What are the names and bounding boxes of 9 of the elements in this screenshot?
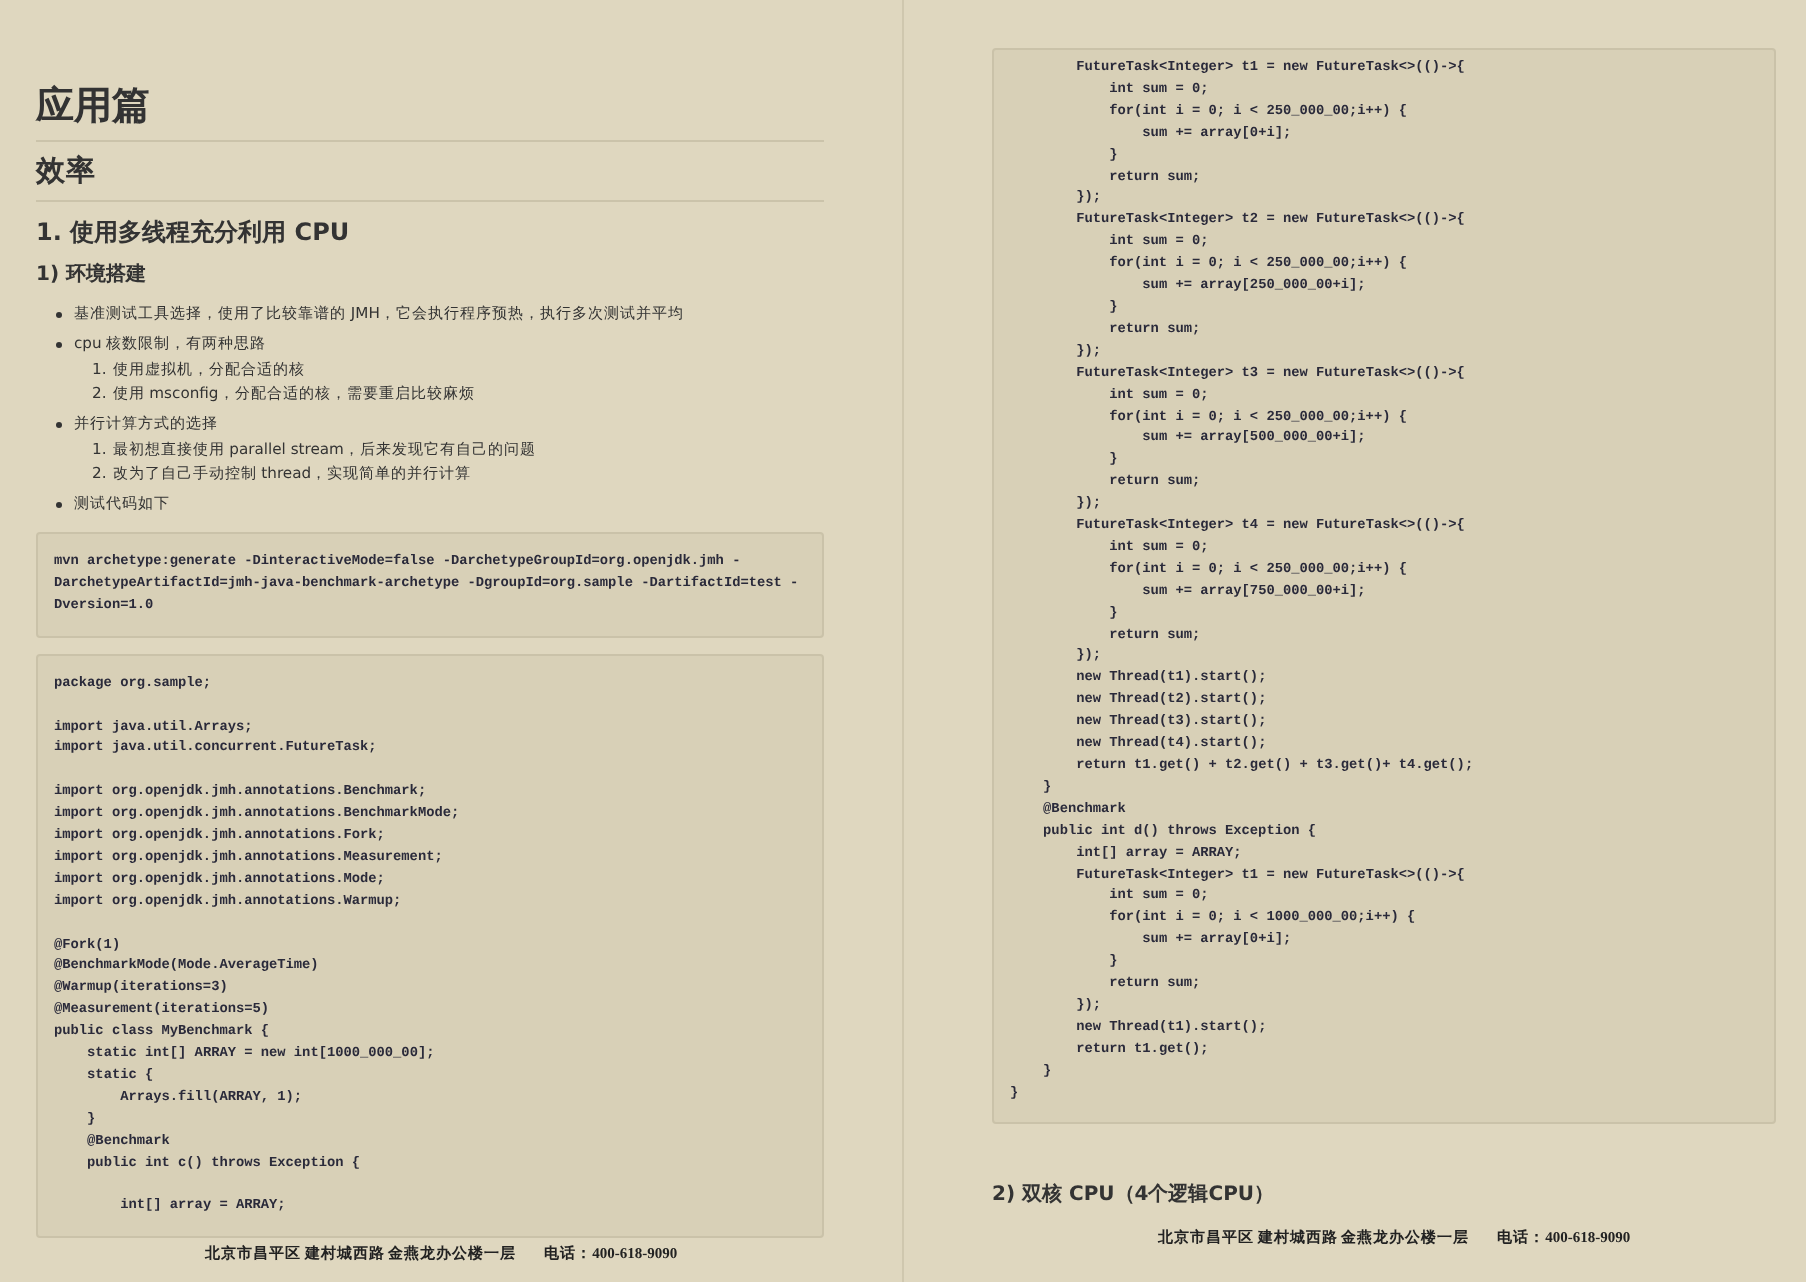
heading: 效率	[36, 150, 824, 202]
heading: 2) 双核 CPU（4个逻辑CPU）	[992, 1181, 1277, 1209]
heading: 应用篇	[36, 80, 824, 142]
heading: 1) 环境搭建	[36, 260, 149, 290]
heading: 1. 使用多线程充分利用 CPU	[36, 216, 352, 250]
bullet-icon	[56, 421, 62, 427]
bullet-icon	[56, 341, 62, 347]
bullet-icon	[56, 501, 62, 507]
bullet-icon	[56, 311, 62, 317]
